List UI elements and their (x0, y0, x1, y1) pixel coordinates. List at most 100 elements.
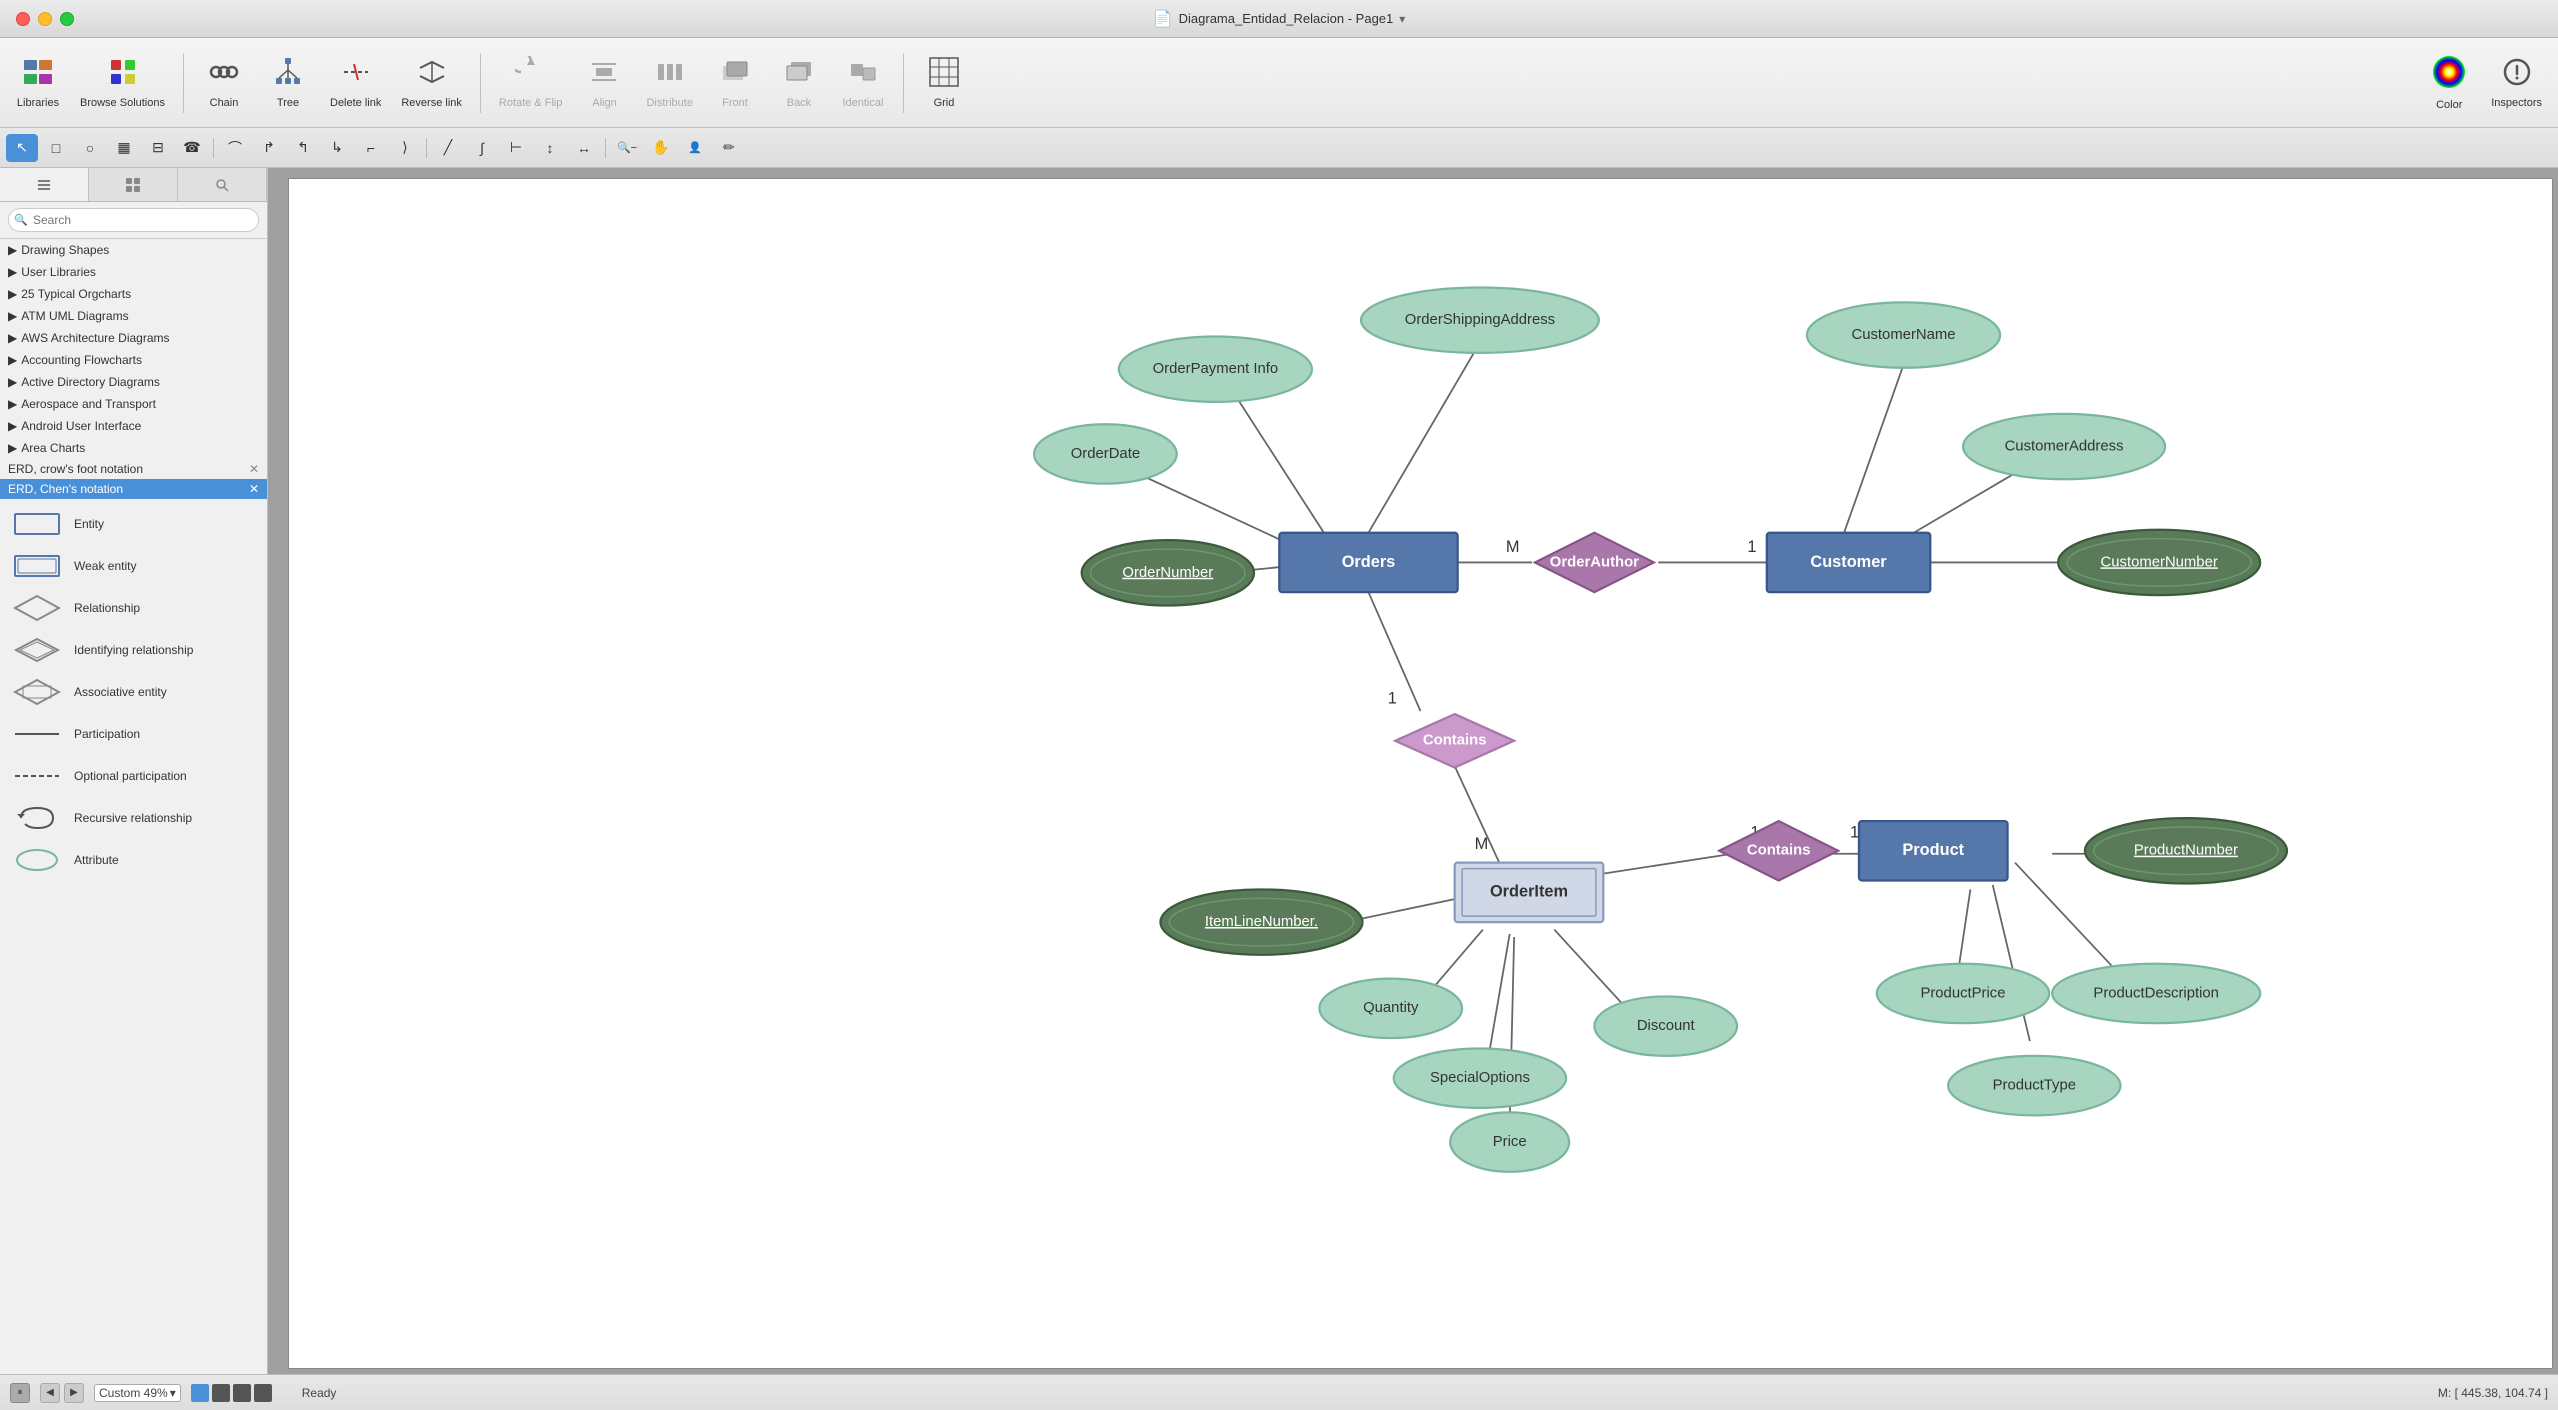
tree-icon (272, 56, 304, 93)
shape-opt-participation[interactable]: Optional participation (0, 755, 267, 797)
page-nav: ◀ ▶ (40, 1383, 84, 1403)
maximize-button[interactable] (60, 12, 74, 26)
canvas-area[interactable]: .attr-ellipse { fill: #a8d5c0; stroke: #… (268, 168, 2558, 1374)
minimize-button[interactable] (38, 12, 52, 26)
shape-list: Entity Weak entity Relationship (0, 499, 267, 1374)
rect-tool[interactable]: □ (40, 134, 72, 162)
inspectors-button[interactable]: Inspectors (2483, 43, 2550, 123)
svg-text:CustomerAddress: CustomerAddress (2005, 438, 2124, 454)
section-atm-uml[interactable]: ▶ ATM UML Diagrams (0, 305, 267, 327)
section-arrow: ▶ (8, 287, 17, 301)
section-arrow: ▶ (8, 353, 17, 367)
section-aerospace[interactable]: ▶ Aerospace and Transport (0, 393, 267, 415)
svg-text:1: 1 (1747, 538, 1756, 556)
color-button[interactable]: Color (2419, 43, 2479, 123)
close-library-active-icon[interactable]: ✕ (249, 482, 259, 496)
zoomout-tool[interactable]: 🔍− (611, 134, 643, 162)
library-erd-crows[interactable]: ERD, crow's foot notation ✕ (0, 459, 267, 479)
search-input[interactable] (8, 208, 259, 232)
distribute-button[interactable]: Distribute (638, 43, 700, 123)
pause-button[interactable]: ⏸ (10, 1383, 30, 1403)
reverse-link-button[interactable]: Reverse link (393, 43, 470, 123)
section-accounting[interactable]: ▶ Accounting Flowcharts (0, 349, 267, 371)
prev-page-button[interactable]: ◀ (40, 1383, 60, 1403)
section-android[interactable]: ▶ Android User Interface (0, 415, 267, 437)
browse-icon (107, 56, 139, 93)
section-drawing-shapes[interactable]: ▶ Drawing Shapes (0, 239, 267, 261)
close-library-icon[interactable]: ✕ (249, 462, 259, 476)
harrow-tool[interactable]: ↔ (568, 134, 600, 162)
arrow2-tool[interactable]: ↰ (287, 134, 319, 162)
shape-id-relationship[interactable]: Identifying relationship (0, 629, 267, 671)
assoc-entity-preview (12, 677, 62, 707)
arc-tool[interactable]: ⌒ (219, 134, 251, 162)
svg-text:ItemLineNumber.: ItemLineNumber. (1205, 914, 1318, 930)
tab-search[interactable] (178, 168, 267, 201)
rotate-flip-button[interactable]: Rotate & Flip (491, 43, 571, 123)
svg-text:CustomerNumber: CustomerNumber (2101, 554, 2218, 570)
page-btn-4[interactable] (254, 1384, 272, 1402)
next-page-button[interactable]: ▶ (64, 1383, 84, 1403)
curve-tool[interactable]: ∫ (466, 134, 498, 162)
page-btn-3[interactable] (233, 1384, 251, 1402)
t2-separator (213, 138, 214, 158)
section-arrow: ▶ (8, 419, 17, 433)
tab-list[interactable] (0, 168, 89, 201)
grid-button[interactable]: Grid (914, 43, 974, 123)
libraries-button[interactable]: Libraries (8, 43, 68, 123)
shape-attribute[interactable]: Attribute (0, 839, 267, 881)
section-aws[interactable]: ▶ AWS Architecture Diagrams (0, 327, 267, 349)
status-text: Ready (302, 1386, 337, 1400)
sidebar-tabs (0, 168, 267, 202)
align-button[interactable]: Align (574, 43, 634, 123)
close-button[interactable] (16, 12, 30, 26)
shape-participation[interactable]: Participation (0, 713, 267, 755)
tree-button[interactable]: Tree (258, 43, 318, 123)
entity-preview (12, 509, 62, 539)
ellipse-tool[interactable]: ○ (74, 134, 106, 162)
shape-relationship[interactable]: Relationship (0, 587, 267, 629)
phone-tool[interactable]: ☎ (176, 134, 208, 162)
shape-entity[interactable]: Entity (0, 503, 267, 545)
coords-display: M: [ 445.38, 104.74 ] (2438, 1386, 2548, 1400)
pan-tool[interactable]: ✋ (645, 134, 677, 162)
chain-button[interactable]: Chain (194, 43, 254, 123)
arrow4-tool[interactable]: ⟩ (389, 134, 421, 162)
page-btn-1[interactable] (191, 1384, 209, 1402)
library-erd-chen[interactable]: ERD, Chen's notation ✕ (0, 479, 267, 499)
line-tool[interactable]: ╱ (432, 134, 464, 162)
page-btn-2[interactable] (212, 1384, 230, 1402)
user-tool[interactable]: 👤 (679, 134, 711, 162)
browse-solutions-button[interactable]: Browse Solutions (72, 43, 173, 123)
svg-text:OrderShippingAddress: OrderShippingAddress (1405, 312, 1555, 328)
section-arrow: ▶ (8, 331, 17, 345)
shape-recursive[interactable]: Recursive relationship (0, 797, 267, 839)
pen-tool[interactable]: ✏ (713, 134, 745, 162)
select-tool[interactable]: ↖ (6, 134, 38, 162)
front-button[interactable]: Front (705, 43, 765, 123)
shape-weak-entity[interactable]: Weak entity (0, 545, 267, 587)
arrow3-tool[interactable]: ↳ (321, 134, 353, 162)
section-orgcharts[interactable]: ▶ 25 Typical Orgcharts (0, 283, 267, 305)
tab-grid[interactable] (89, 168, 178, 201)
section-area-charts[interactable]: ▶ Area Charts (0, 437, 267, 459)
table-tool[interactable]: ▦ (108, 134, 140, 162)
angle-tool[interactable]: ⌐ (355, 134, 387, 162)
zoom-selector[interactable]: Custom 49% ▾ (94, 1384, 181, 1402)
section-user-libraries[interactable]: ▶ User Libraries (0, 261, 267, 283)
shape-assoc-entity[interactable]: Associative entity (0, 671, 267, 713)
delete-link-button[interactable]: Delete link (322, 43, 389, 123)
back-button[interactable]: Back (769, 43, 829, 123)
darrow-tool[interactable]: ↕ (534, 134, 566, 162)
note-tool[interactable]: ⊟ (142, 134, 174, 162)
traffic-lights (16, 12, 74, 26)
svg-text:Contains: Contains (1423, 733, 1487, 749)
inspectors-icon (2501, 56, 2533, 93)
section-active-directory[interactable]: ▶ Active Directory Diagrams (0, 371, 267, 393)
identical-icon (847, 56, 879, 93)
path-tool[interactable]: ⊢ (500, 134, 532, 162)
identical-button[interactable]: Identical (833, 43, 893, 123)
arrow1-tool[interactable]: ↱ (253, 134, 285, 162)
svg-text:OrderPayment Info: OrderPayment Info (1153, 361, 1279, 377)
diagram-canvas[interactable]: .attr-ellipse { fill: #a8d5c0; stroke: #… (288, 178, 2553, 1369)
